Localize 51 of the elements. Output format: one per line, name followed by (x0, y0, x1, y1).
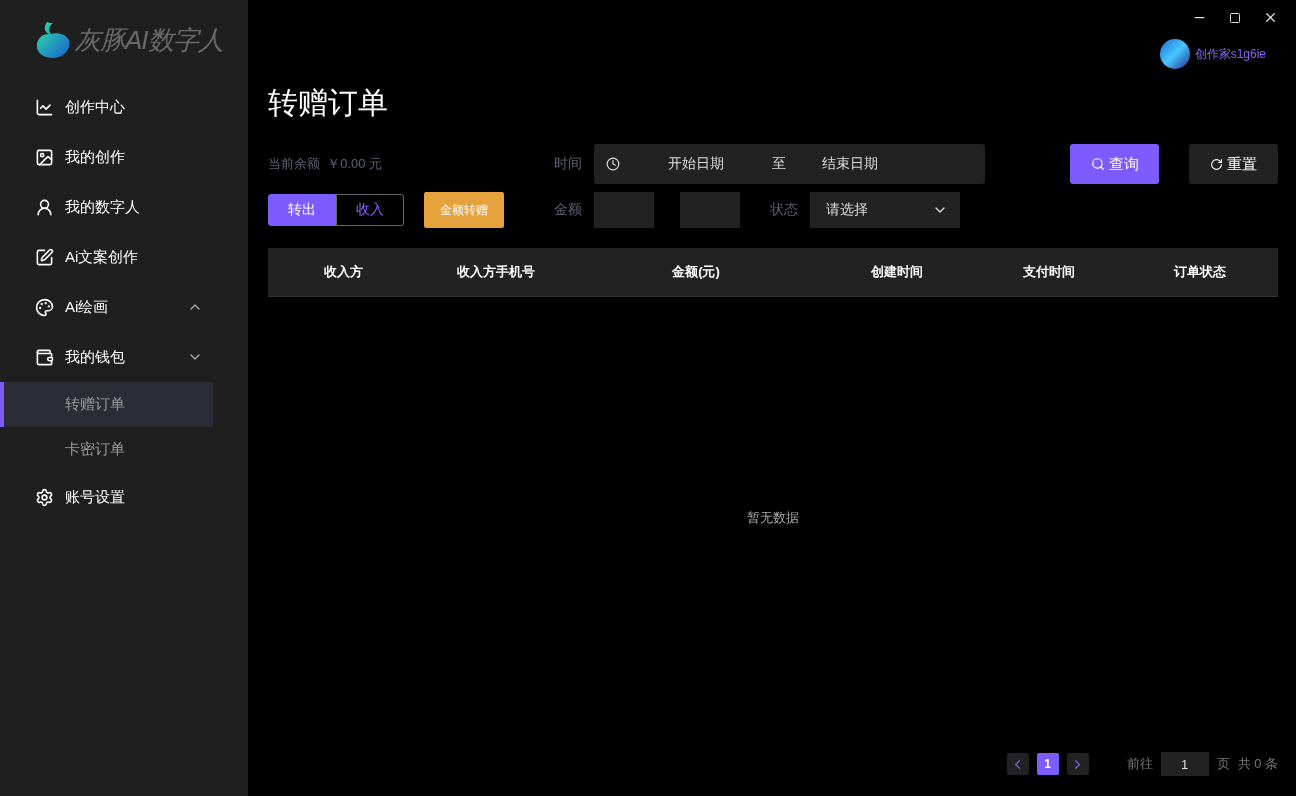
wallet-icon (35, 347, 54, 367)
field-label: 状态 (770, 201, 799, 219)
min-amount-field[interactable] (594, 192, 654, 228)
sidebar-item[interactable]: Ai文案创作 (0, 232, 213, 282)
page-title: 转赠订单 (268, 85, 389, 121)
image-icon (35, 147, 54, 167)
page-number[interactable]: 1 (1036, 753, 1059, 775)
user-icon (35, 197, 54, 217)
sidebar-item[interactable]: 账号设置 (0, 472, 213, 522)
sidebar-subitem[interactable]: 转赠订单 (0, 382, 213, 427)
status-select[interactable]: 请选择 (810, 192, 960, 228)
date-range-field[interactable]: 开始日期 至 结束日期 (594, 144, 985, 184)
max-amount-field[interactable] (680, 192, 740, 228)
page-unit: 页 (1216, 755, 1230, 773)
sidebar-item[interactable]: Ai绘画 (0, 282, 213, 332)
column-header: 收入方 (322, 263, 364, 281)
column-header: 支付时间 (1022, 263, 1076, 281)
total-count: 共 0 条 (1237, 755, 1278, 773)
sidebar-item[interactable]: 我的数字人 (0, 182, 213, 232)
sidebar-subitem[interactable]: 卡密订单 (0, 427, 213, 472)
logo-text: 灰豚AI数字人 (75, 23, 223, 57)
column-header: 收入方手机号 (456, 263, 536, 281)
empty-text: 暂无数据 (747, 508, 799, 527)
search-button[interactable]: 查询 (1070, 144, 1159, 184)
previous-page-button[interactable] (1006, 753, 1029, 775)
settings-icon (35, 487, 54, 507)
direction-tab[interactable]: 收入 (336, 194, 404, 226)
column-header: 订单状态 (1173, 263, 1227, 281)
user-name[interactable]: 创作家s1g6ie (1194, 45, 1266, 63)
maximize-icon[interactable] (1229, 12, 1241, 24)
pen-icon (35, 247, 54, 267)
reset-button[interactable]: 重置 (1189, 144, 1278, 184)
sidebar-item[interactable]: 我的钱包 (0, 332, 213, 382)
avatar[interactable] (1159, 39, 1190, 69)
palette-icon (35, 297, 54, 317)
chart-icon (35, 97, 54, 117)
field-label: 金额 (554, 201, 583, 219)
column-header: 金额(元) (671, 263, 721, 281)
clock-icon (606, 157, 620, 171)
column-header: 创建时间 (870, 263, 924, 281)
field-label: 时间 (554, 155, 583, 173)
sidebar-item[interactable]: 我的创作 (0, 132, 213, 182)
goto-label: 前往 (1126, 755, 1153, 773)
search-icon (1090, 157, 1105, 171)
close-icon[interactable] (1263, 10, 1278, 25)
reset-icon (1210, 157, 1223, 171)
direction-tab[interactable]: 转出 (268, 194, 336, 226)
page-input[interactable]: 1 (1160, 752, 1209, 776)
sidebar-item[interactable]: 创作中心 (0, 82, 213, 132)
next-page-button[interactable] (1066, 753, 1089, 775)
balance-text: 当前余额 ￥0.00 元 (268, 155, 383, 173)
